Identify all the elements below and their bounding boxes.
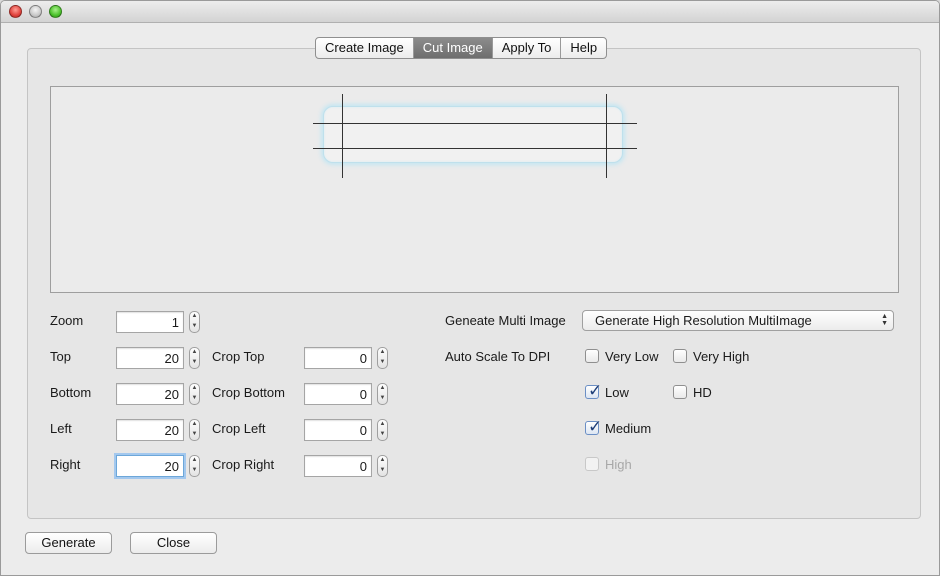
tab-apply-to[interactable]: Apply To <box>493 38 562 58</box>
high-checkbox <box>585 457 599 471</box>
crop-bottom-stepper[interactable]: ▲ ▼ <box>377 383 388 405</box>
low-label: Low <box>605 385 629 400</box>
left-stepper[interactable]: ▲ ▼ <box>189 419 200 441</box>
bottom-stepper[interactable]: ▲ ▼ <box>189 383 200 405</box>
crop-right-label: Crop Right <box>212 457 275 472</box>
dpi-label: Auto Scale To DPI <box>445 349 551 364</box>
right-label: Right <box>50 457 81 472</box>
crop-right-stepper[interactable]: ▲ ▼ <box>377 455 388 477</box>
hd-checkbox[interactable] <box>673 385 687 399</box>
multi-image-label: Geneate Multi Image <box>445 313 566 328</box>
very-low-label: Very Low <box>605 349 659 364</box>
crop-left-field[interactable]: 0 <box>304 419 372 441</box>
left-label: Left <box>50 421 72 436</box>
high-label: High <box>605 457 632 472</box>
crop-right-field[interactable]: 0 <box>304 455 372 477</box>
image-preview <box>50 86 899 293</box>
app-window: Create Image Cut Image Apply To Help Zoo… <box>0 0 940 576</box>
close-window-button[interactable] <box>9 5 22 18</box>
title-bar <box>1 1 939 23</box>
bottom-label: Bottom <box>50 385 92 400</box>
top-field[interactable]: 20 <box>116 347 184 369</box>
close-button[interactable]: Close <box>130 532 217 554</box>
low-checkbox[interactable]: ✓ <box>585 381 602 401</box>
checkmark-icon: ✓ <box>588 381 603 401</box>
right-field[interactable]: 20 <box>116 455 184 477</box>
zoom-field[interactable]: 1 <box>116 311 184 333</box>
sample-image <box>323 106 623 163</box>
checkmark-icon: ✓ <box>588 417 603 437</box>
updown-arrows-icon: ▲ ▼ <box>881 313 888 327</box>
very-high-checkbox[interactable] <box>673 349 687 363</box>
generate-button[interactable]: Generate <box>25 532 112 554</box>
tab-create-image[interactable]: Create Image <box>316 38 414 58</box>
multi-image-select[interactable]: Generate High Resolution MultiImage ▲ ▼ <box>582 310 894 331</box>
crop-top-label: Crop Top <box>212 349 265 364</box>
crop-bottom-field[interactable]: 0 <box>304 383 372 405</box>
bottom-field[interactable]: 20 <box>116 383 184 405</box>
very-high-label: Very High <box>693 349 750 364</box>
crop-guide-left[interactable] <box>342 94 343 178</box>
minimize-window-button[interactable] <box>29 5 42 18</box>
top-stepper[interactable]: ▲ ▼ <box>189 347 200 369</box>
crop-guide-top[interactable] <box>313 123 637 124</box>
crop-left-label: Crop Left <box>212 421 266 436</box>
tab-bar: Create Image Cut Image Apply To Help <box>315 37 608 59</box>
right-stepper[interactable]: ▲ ▼ <box>189 455 200 477</box>
very-low-checkbox[interactable] <box>585 349 599 363</box>
zoom-window-button[interactable] <box>49 5 62 18</box>
crop-guide-right[interactable] <box>606 94 607 178</box>
tab-cut-image[interactable]: Cut Image <box>413 38 493 58</box>
crop-top-field[interactable]: 0 <box>304 347 372 369</box>
zoom-stepper[interactable]: ▲ ▼ <box>189 311 200 333</box>
crop-bottom-label: Crop Bottom <box>212 385 285 400</box>
medium-label: Medium <box>605 421 652 436</box>
crop-top-stepper[interactable]: ▲ ▼ <box>377 347 388 369</box>
tab-help[interactable]: Help <box>561 38 606 58</box>
crop-left-stepper[interactable]: ▲ ▼ <box>377 419 388 441</box>
crop-guide-bottom[interactable] <box>313 148 637 149</box>
multi-image-select-value: Generate High Resolution MultiImage <box>595 313 812 328</box>
left-field[interactable]: 20 <box>116 419 184 441</box>
zoom-label: Zoom <box>50 313 84 328</box>
top-label: Top <box>50 349 71 364</box>
medium-checkbox[interactable]: ✓ <box>585 417 602 437</box>
hd-label: HD <box>693 385 712 400</box>
